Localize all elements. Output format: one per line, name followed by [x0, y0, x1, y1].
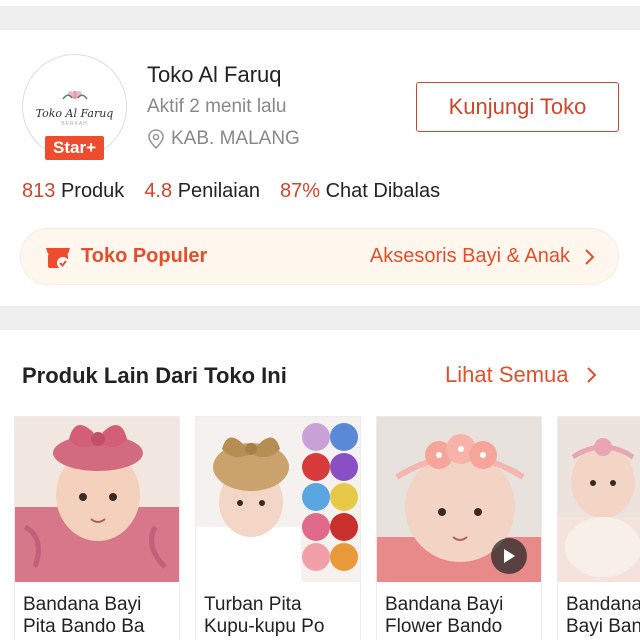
stat-label: Chat Dibalas — [325, 180, 441, 202]
location-pin-icon — [148, 129, 164, 149]
product-card[interactable]: Bandana Bayi Ban — [557, 416, 640, 640]
video-play-button[interactable] — [491, 538, 527, 574]
product-image — [196, 417, 360, 582]
popular-shop-banner[interactable]: Toko Populer Aksesoris Bayi & Anak — [20, 228, 619, 285]
product-name: Turban Pita Kupu-kupu Po — [204, 594, 325, 637]
stat-rating: 4.8 Penilaian — [144, 180, 260, 203]
stat-label: Penilaian — [177, 180, 260, 202]
chevron-right-icon — [586, 367, 596, 383]
chevron-right-icon — [585, 248, 595, 265]
product-card[interactable]: Turban Pita Kupu-kupu Po — [195, 416, 361, 640]
shop-name[interactable]: Toko Al Faruq — [147, 62, 282, 88]
shop-status: Aktif 2 menit lalu — [147, 96, 287, 117]
flower-logo-icon — [61, 90, 88, 99]
shop-location: KAB. MALANG — [147, 128, 300, 150]
play-icon — [504, 549, 515, 563]
product-card[interactable]: Bandana Bayi Flower Bando — [376, 416, 542, 640]
location-label: KAB. MALANG — [171, 128, 300, 149]
shop-popular-icon — [46, 247, 70, 269]
stat-value: 813 — [22, 180, 56, 202]
star-plus-badge: Star+ — [45, 136, 104, 160]
logo-text: Toko Al Faruq — [35, 106, 114, 120]
stat-value: 87% — [279, 180, 321, 202]
shop-info-card: Toko Al Faruq BERKAH Star+ Toko Al Faruq… — [0, 30, 640, 306]
stat-value: 4.8 — [144, 180, 173, 202]
stat-chat-reply: 87% Chat Dibalas — [280, 180, 440, 203]
other-products-section: Produk Lain Dari Toko Ini Lihat Semua Ba… — [0, 330, 640, 640]
product-image — [15, 417, 179, 582]
section-title: Produk Lain Dari Toko Ini — [22, 363, 287, 388]
stat-products: 813 Produk — [22, 180, 124, 203]
product-card[interactable]: Bandana Bayi Pita Bando Ba — [14, 416, 180, 640]
product-name: Bandana Bayi Flower Bando — [385, 594, 504, 637]
product-image — [377, 417, 541, 582]
see-all-label: Lihat Semua — [445, 362, 569, 387]
product-name: Bandana Bayi Pita Bando Ba — [23, 594, 145, 637]
shop-stats: 813 Produk 4.8 Penilaian 87% Chat Dibala… — [22, 180, 440, 203]
previous-section — [0, 0, 640, 6]
stat-label: Produk — [60, 180, 125, 202]
popular-category: Aksesoris Bayi & Anak — [369, 245, 570, 267]
product-image — [558, 417, 640, 582]
popular-title: Toko Populer — [81, 245, 208, 267]
visit-shop-button[interactable]: Kunjungi Toko — [416, 82, 619, 132]
logo-subtext: BERKAH — [61, 120, 88, 127]
product-name: Bandana Bayi Ban — [566, 594, 640, 637]
see-all-link[interactable]: Lihat Semua — [445, 362, 599, 388]
